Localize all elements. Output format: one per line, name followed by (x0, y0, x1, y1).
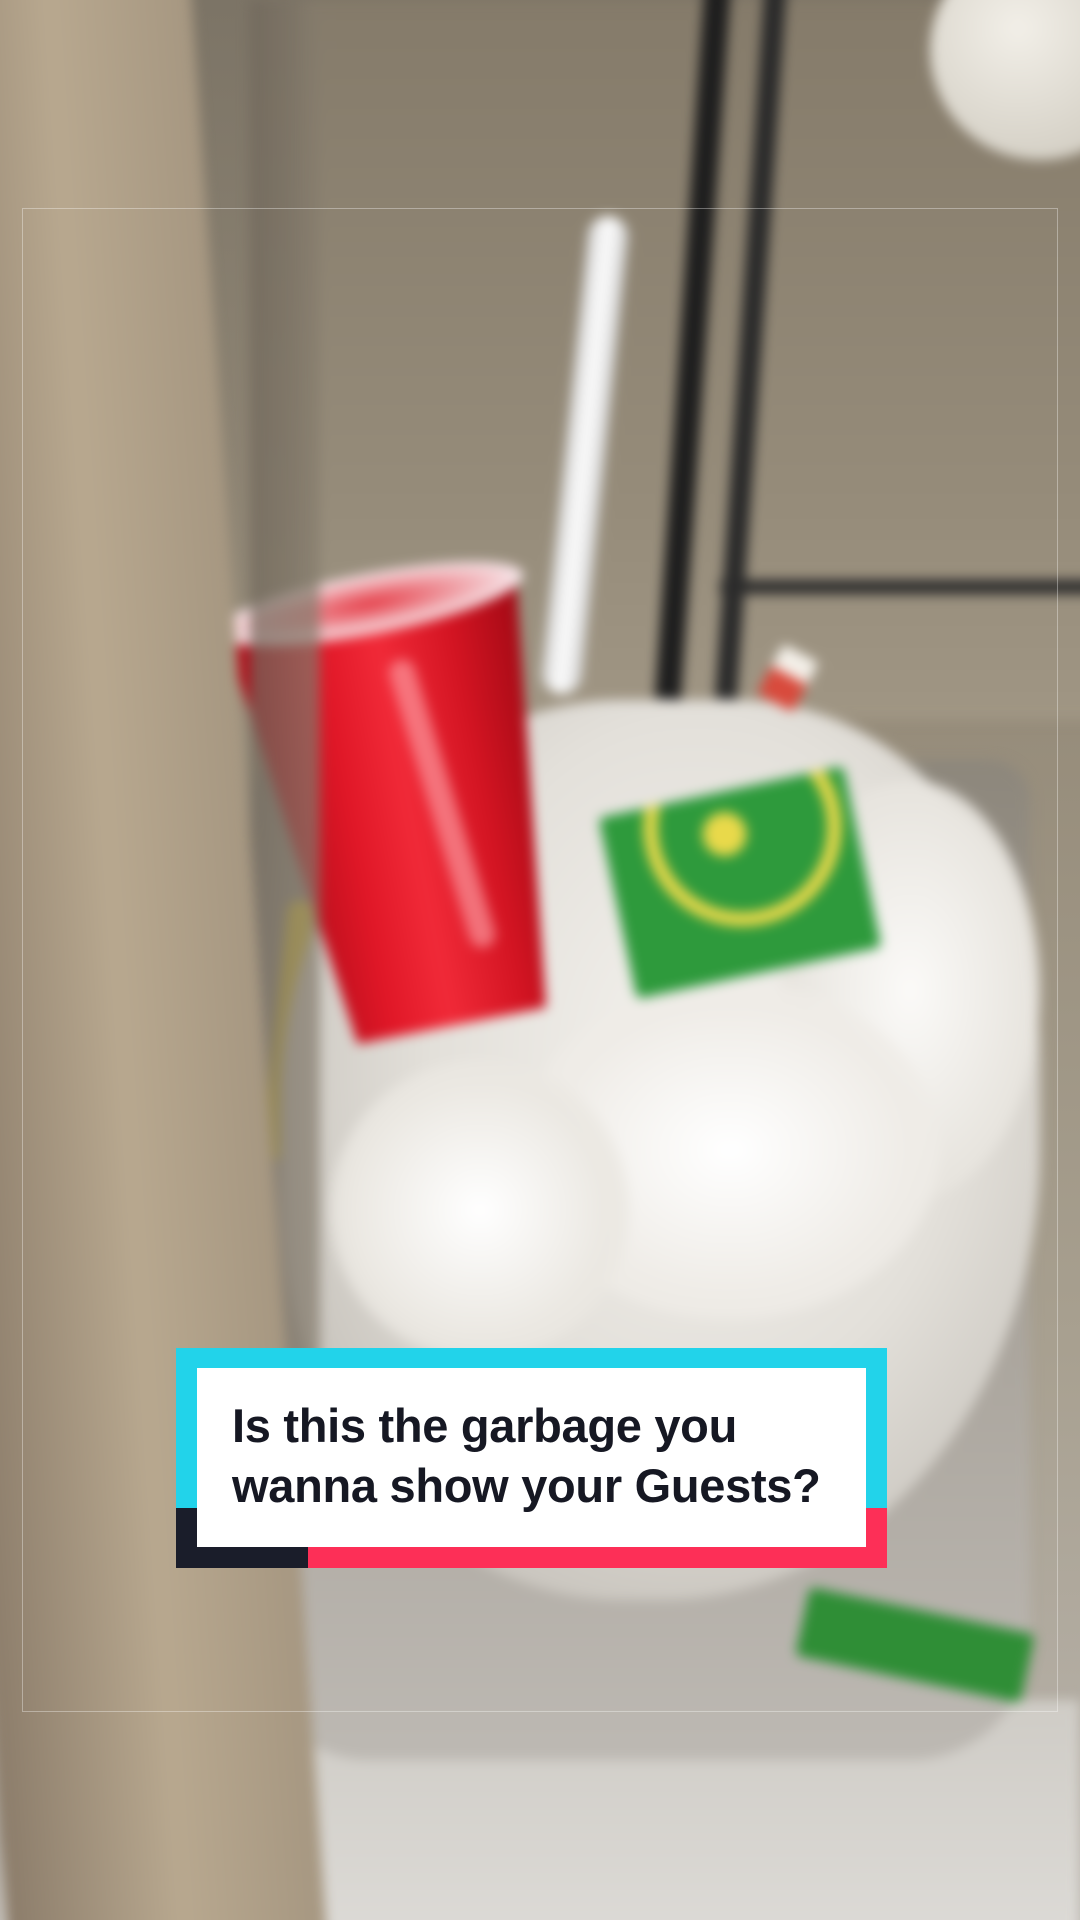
shelf-bar (720, 580, 1080, 594)
bathroom-trash-photo (0, 0, 1080, 1920)
caption-line-2: wanna show your Guests? (232, 1459, 821, 1512)
caption-sticker: Is this the garbage you wanna show your … (176, 1348, 887, 1568)
caption-card: Is this the garbage you wanna show your … (197, 1368, 866, 1547)
caption-line-1: Is this the garbage you (232, 1399, 737, 1452)
tissue-paper (330, 1060, 630, 1360)
video-frame: Is this the garbage you wanna show your … (0, 0, 1080, 1920)
